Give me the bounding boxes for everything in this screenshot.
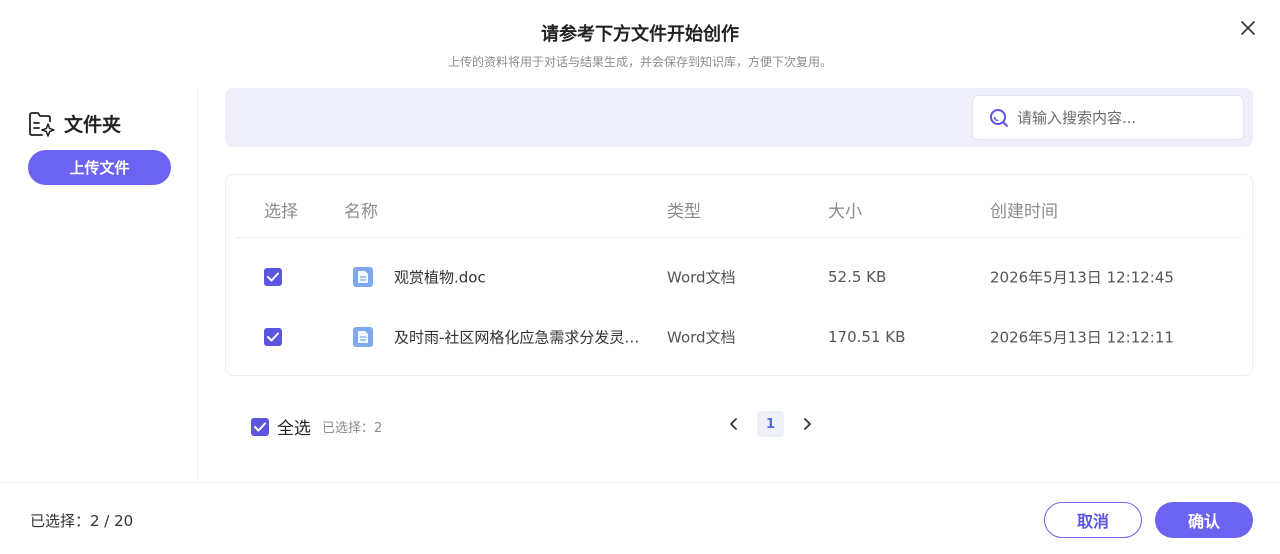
upload-dialog: 请参考下方文件开始创作 上传的资料将用于对话与结果生成，并会保存到知识库，方便下… [0, 0, 1280, 554]
search-input[interactable] [1017, 108, 1227, 127]
file-name[interactable]: 及时雨-社区网格化应急需求分发灵… [394, 327, 650, 348]
search-bar [225, 88, 1253, 147]
check-icon [267, 272, 279, 282]
file-table: 选择 名称 类型 大小 创建时间 观赏植物.doc Word文档 52.5 KB… [225, 174, 1253, 376]
dialog-footer: 已选择：2 / 20 取消 确认 [0, 482, 1280, 554]
sidebar: 文件夹 上传文件 [0, 88, 198, 480]
row-checkbox[interactable] [264, 328, 282, 346]
file-created: 2026年5月13日 12:12:45 [990, 268, 1174, 287]
file-type: Word文档 [667, 328, 736, 347]
header-type: 类型 [667, 202, 701, 222]
close-button[interactable] [1236, 16, 1260, 40]
confirm-button[interactable]: 确认 [1155, 502, 1253, 538]
cancel-button[interactable]: 取消 [1044, 502, 1142, 538]
selected-count: 已选择：2 [322, 421, 383, 436]
next-page-button[interactable] [795, 411, 819, 437]
word-file-icon [358, 331, 368, 343]
row-checkbox[interactable] [264, 268, 282, 286]
folder-label: 文件夹 [64, 114, 122, 136]
chevron-right-icon [804, 418, 811, 430]
search-box[interactable] [972, 95, 1244, 140]
word-file-icon [358, 271, 368, 283]
file-size: 52.5 KB [828, 268, 887, 286]
folder-sparkle-icon [29, 111, 55, 137]
folder-header[interactable]: 文件夹 [28, 110, 121, 137]
page-number-current[interactable]: 1 [757, 411, 784, 437]
search-icon [990, 108, 1008, 127]
upload-file-button[interactable]: 上传文件 [28, 150, 171, 185]
file-type: Word文档 [667, 268, 736, 287]
file-created: 2026年5月13日 12:12:11 [990, 328, 1174, 347]
prev-page-button[interactable] [722, 411, 746, 437]
table-header: 选择 名称 类型 大小 创建时间 [236, 175, 1242, 238]
close-icon [1241, 21, 1255, 35]
file-type-icon [353, 327, 373, 347]
header-name: 名称 [344, 202, 378, 222]
dialog-subtitle: 上传的资料将用于对话与结果生成，并会保存到知识库，方便下次复用。 [447, 55, 832, 69]
header-created: 创建时间 [990, 202, 1058, 222]
header-size: 大小 [828, 202, 862, 222]
check-icon [254, 422, 266, 431]
header-select: 选择 [264, 202, 298, 222]
chevron-left-icon [730, 418, 737, 430]
select-all-checkbox[interactable] [251, 417, 269, 436]
pagination: 1 [722, 411, 819, 437]
table-row[interactable]: 观赏植物.doc Word文档 52.5 KB 2026年5月13日 12:12… [226, 247, 1252, 307]
dialog-title: 请参考下方文件开始创作 [541, 24, 739, 45]
selected-summary: 已选择：2 / 20 [30, 512, 134, 530]
file-size: 170.51 KB [828, 328, 906, 346]
check-icon [267, 332, 279, 342]
table-row[interactable]: 及时雨-社区网格化应急需求分发灵… Word文档 170.51 KB 2026年… [226, 307, 1252, 367]
select-all-label[interactable]: 全选 [277, 414, 311, 439]
file-type-icon [353, 267, 373, 287]
file-name[interactable]: 观赏植物.doc [394, 267, 650, 288]
select-all-control: 全选 已选择：2 [251, 414, 382, 439]
